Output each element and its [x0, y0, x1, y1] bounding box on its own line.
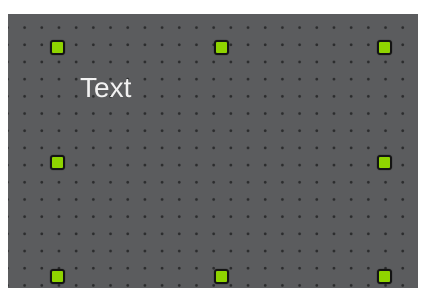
- design-canvas[interactable]: Text: [8, 14, 418, 288]
- resize-handle-middle-left[interactable]: [50, 154, 65, 170]
- resize-handle-middle-right[interactable]: [377, 154, 392, 170]
- resize-handle-top-right[interactable]: [377, 40, 392, 55]
- resize-handle-top-center[interactable]: [213, 40, 229, 55]
- resize-handle-bottom-left[interactable]: [50, 269, 65, 284]
- selection-box[interactable]: [50, 40, 392, 284]
- editor-stage: Text: [0, 0, 425, 288]
- resize-handle-bottom-center[interactable]: [213, 269, 229, 284]
- resize-handle-bottom-right[interactable]: [377, 269, 392, 284]
- resize-handle-top-left[interactable]: [50, 40, 65, 55]
